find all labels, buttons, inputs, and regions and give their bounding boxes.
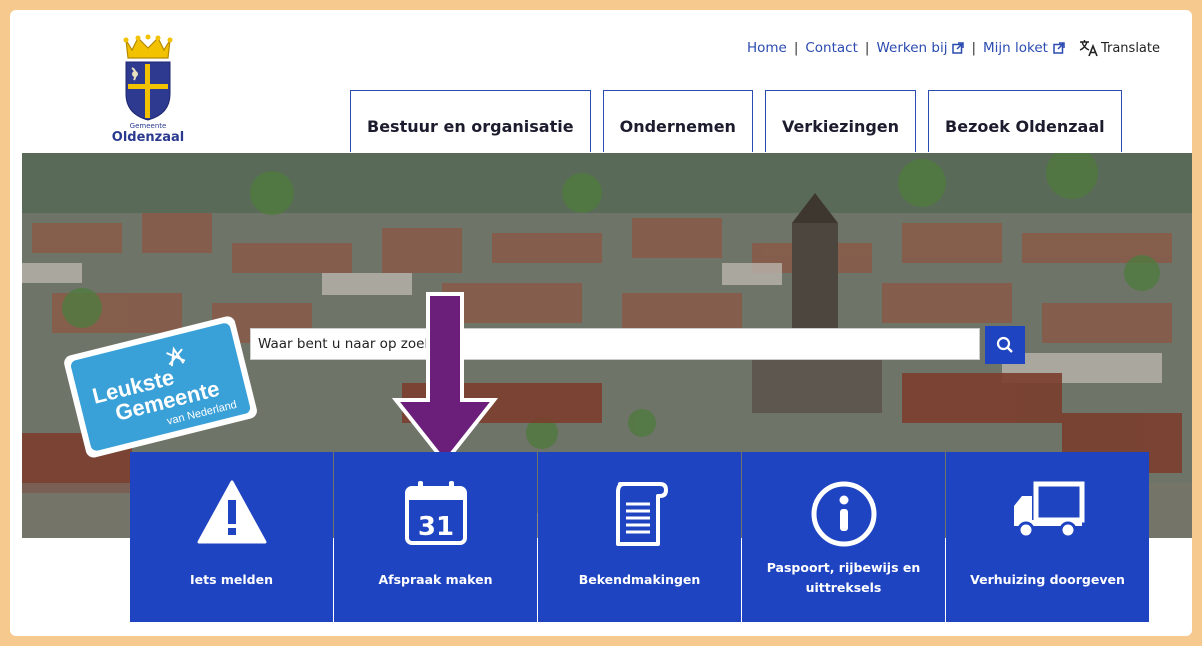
nav-tab-verkiezingen[interactable]: Verkiezingen: [764, 90, 917, 152]
search-button[interactable]: [985, 326, 1025, 364]
separator: |: [971, 40, 977, 56]
separator: |: [793, 40, 799, 56]
external-link-icon: [1053, 42, 1065, 54]
logo-subtitle: Gemeente: [129, 122, 167, 130]
utility-nav: Home | Contact | Werken bij | Mijn loket: [747, 39, 1160, 57]
mijn-loket-link[interactable]: Mijn loket: [983, 40, 1065, 56]
leukste-gemeente-badge[interactable]: Leukste Gemeente van Nederland: [58, 310, 258, 465]
separator: |: [864, 40, 870, 56]
truck-icon: [1013, 481, 1084, 539]
tile-label: Afspraak maken: [378, 572, 493, 587]
nav-tab-bestuur[interactable]: Bestuur en organisatie: [350, 90, 591, 152]
page-frame: Gemeente Oldenzaal Home | Contact | Werk…: [10, 10, 1192, 636]
contact-link[interactable]: Contact: [805, 40, 858, 56]
award-badge-image: Leukste Gemeente van Nederland: [64, 316, 257, 458]
translate-icon: [1079, 40, 1098, 57]
crown-shield-icon: [123, 34, 173, 121]
tile-bekendmakingen[interactable]: Bekendmakingen: [538, 452, 741, 622]
search-icon: [996, 336, 1013, 353]
tile-label: Verhuizing doorgeven: [970, 572, 1125, 587]
calendar-day: 31: [417, 512, 453, 542]
mijn-loket-label: Mijn loket: [983, 40, 1048, 56]
site-logo[interactable]: Gemeente Oldenzaal: [110, 32, 186, 152]
tile-afspraak-maken[interactable]: 31 Afspraak maken: [334, 452, 537, 622]
tile-label: Iets melden: [189, 572, 273, 587]
tile-label: Bekendmakingen: [578, 572, 701, 587]
external-link-icon: [952, 42, 965, 54]
translate-button[interactable]: Translate: [1079, 39, 1160, 57]
nav-tab-bezoek[interactable]: Bezoek Oldenzaal: [928, 90, 1122, 152]
translate-label: Translate: [1100, 40, 1160, 56]
warning-icon: [197, 480, 266, 544]
werken-bij-label: Werken bij: [876, 40, 948, 56]
tile-label: Paspoort, rijbewijs en uittreksels: [766, 560, 921, 595]
tile-iets-melden[interactable]: Iets melden: [130, 452, 333, 622]
document-icon: [615, 482, 668, 546]
logo-name: Oldenzaal: [111, 130, 185, 145]
calendar-icon: 31: [404, 481, 467, 545]
nav-tab-ondernemen[interactable]: Ondernemen: [602, 90, 753, 152]
tile-paspoort[interactable]: Paspoort, rijbewijs en uittreksels: [742, 452, 945, 622]
info-icon: [811, 481, 876, 547]
search-input[interactable]: Waar bent u naar op zoek?: [250, 328, 980, 360]
main-navigation: Bestuur en organisatie Ondernemen Verkie…: [350, 90, 1134, 152]
down-arrow-icon: [391, 292, 499, 466]
home-link[interactable]: Home: [747, 40, 787, 56]
tile-verhuizing[interactable]: Verhuizing doorgeven: [946, 452, 1149, 622]
pointer-arrow: [390, 290, 500, 475]
werken-bij-link[interactable]: Werken bij: [876, 40, 965, 56]
quick-links: Iets melden 31 Afspraak maken Bekendmaki…: [130, 452, 1149, 622]
